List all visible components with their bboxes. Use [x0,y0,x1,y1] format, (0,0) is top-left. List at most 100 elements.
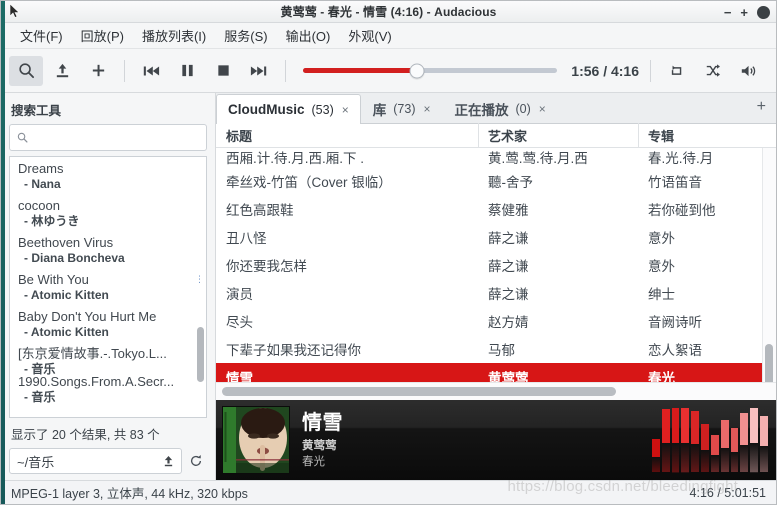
toolbar-divider-3 [650,59,651,82]
up-arrow-icon[interactable] [163,455,174,467]
album-cover-art[interactable] [222,406,290,474]
toolbar-divider-2 [285,59,286,82]
list-item-artist: - Nana [24,177,61,191]
cell-album: 若你碰到他 [648,203,716,218]
column-header-title[interactable]: 标题 [216,126,478,145]
table-row[interactable]: 情雪 黄莺莺 春光 [216,363,776,382]
playlist-rows-container[interactable]: 西厢.计.待.月.西.厢.下 . 黄.莺.莺.待.月.西 春.光.待.月 牵丝戏-竹笛… [216,148,776,382]
next-track-button[interactable] [242,56,276,86]
list-item[interactable]: Dreams - Nana [10,159,206,196]
list-item[interactable]: Beethoven Virus - Diana Boncheva [10,233,206,270]
cell-title: 尽头 [226,315,253,330]
minimize-button[interactable]: − [724,6,732,19]
cell-artist: 蔡健雅 [488,203,529,218]
tab-close-icon[interactable]: × [341,103,349,117]
search-list-scrollbar-thumb[interactable] [197,327,204,382]
seek-slider[interactable] [303,56,558,86]
table-row[interactable]: 尽头 赵方婧 音阙诗听 [216,307,776,335]
add-playlist-tab-button[interactable]: + [757,99,766,115]
title-bar: 黄莺莺 - 春光 - 情雪 (4:16) - Audacious − + ✕ [1,1,776,23]
window-left-edge [1,1,5,504]
table-row[interactable]: 西厢.计.待.月.西.厢.下 . 黄.莺.莺.待.月.西 春.光.待.月 [216,148,776,167]
playlist-vertical-scrollbar[interactable] [762,148,776,382]
menu-bar: 文件(F) 回放(P) 播放列表(I) 服务(S) 输出(O) 外观(V) [1,23,776,49]
cell-album: 恋人絮语 [648,343,702,358]
previous-track-icon [142,64,160,78]
search-field-wrapper[interactable] [9,124,207,151]
column-header-artist[interactable]: 艺术家 [478,123,638,148]
table-row[interactable]: 你还要我怎样 薛之谦 意外 [216,251,776,279]
search-toggle-button[interactable] [9,55,43,86]
table-row[interactable]: 下辈子如果我还记得你 马郁 恋人絮语 [216,335,776,363]
stop-button[interactable] [206,56,240,86]
path-value: ~/音乐 [17,454,55,470]
add-file-button[interactable] [81,56,115,86]
search-input[interactable] [34,130,199,145]
tab-name: 库 [372,102,387,118]
shuffle-icon [705,63,721,79]
path-field[interactable]: ~/音乐 [9,448,182,474]
list-item[interactable]: cocoon - 林ゆうき [10,196,206,233]
cell-album: 春.光.待.月 [648,151,714,166]
seek-track[interactable] [303,63,558,78]
audio-format-label: MPEG-1 layer 3, 立体声, 44 kHz, 320 kbps [11,487,248,501]
menu-playlist[interactable]: 播放列表(I) [133,23,215,48]
tab-close-icon[interactable]: × [422,102,430,116]
tab-close-icon[interactable]: × [538,102,546,116]
search-results-list[interactable]: Dreams - Nana cocoon - 林ゆうき Beethoven Virus -… [9,156,207,418]
menu-output[interactable]: 输出(O) [277,23,340,48]
horizontal-scrollbar-thumb[interactable] [222,387,617,396]
seek-knob[interactable] [409,63,425,78]
table-row[interactable]: 丑八怪 薛之谦 意外 [216,223,776,251]
cell-album: 春光 [648,371,675,382]
audacious-window: 黄莺莺 - 春光 - 情雪 (4:16) - Audacious − + ✕ 文… [0,0,777,505]
playlist-horizontal-scrollbar[interactable] [216,382,776,400]
list-item-title: [东京爱情故事.-.Tokyo.L... [18,346,167,361]
cell-album: 意外 [648,231,675,246]
playlist-pane: CloudMusic (53) × 库 (73) × 正在播放 (0) × + 标题 艺术家 专辑… [216,93,776,480]
shuffle-button[interactable] [696,56,730,86]
list-item-artist: - Atomic Kitten [24,288,109,302]
volume-button[interactable] [732,56,766,86]
open-file-button[interactable] [45,56,79,86]
cell-artist: 黄.莺.莺.待.月.西 [488,151,588,166]
menu-services[interactable]: 服务(S) [215,23,276,48]
cell-title: 你还要我怎样 [226,259,307,274]
list-item[interactable]: 1990.Songs.From.A.Secr... - 音乐 [10,372,206,409]
list-item-title: Baby Don't You Hurt Me [18,309,157,324]
window-controls: − + ✕ [724,1,770,23]
table-row[interactable]: 红色高跟鞋 蔡健雅 若你碰到他 [216,195,776,223]
result-count-label: 显示了 20 个结果, 共 83 个 [11,428,160,442]
pause-button[interactable] [170,56,204,86]
cell-album: 意外 [648,259,675,274]
list-item[interactable]: Baby Don't You Hurt Me - Atomic Kitten [10,307,206,344]
cell-title: 下辈子如果我还记得你 [226,343,361,358]
cell-artist: 聽-舍予 [488,175,533,190]
playlist-tab-3[interactable]: 正在播放 (0) × [443,93,558,123]
close-button[interactable]: ✕ [757,5,770,19]
search-icon [17,132,28,143]
list-item-title: Dreams [18,161,64,176]
vertical-scrollbar-thumb[interactable] [765,344,773,382]
table-row[interactable]: 牵丝戏-竹笛（Cover 银临） 聽-舍予 竹语笛音 [216,167,776,195]
refresh-icon[interactable] [189,454,207,468]
playlist-tab-2[interactable]: 库 (73) × [361,93,443,123]
table-row[interactable]: 演员 薛之谦 绅士 [216,279,776,307]
list-item-title: cocoon [18,198,60,213]
toolbar-divider-1 [124,59,125,82]
now-playing-meta: 情雪 黄莺莺 春光 [290,411,343,470]
repeat-button[interactable] [660,56,694,86]
previous-track-button[interactable] [134,56,168,86]
playlist-tab-1[interactable]: CloudMusic (53) × [216,94,361,124]
menu-file[interactable]: 文件(F) [11,23,72,48]
column-header-album[interactable]: 专辑 [638,123,776,148]
list-resize-dots: ⋮ [195,274,204,284]
tab-count: (73) [393,101,416,116]
maximize-button[interactable]: + [740,6,748,19]
list-item-artist: - 音乐 [24,390,56,404]
visualizer-bar [720,408,729,472]
list-item[interactable]: Be With You - Atomic Kitten [10,270,206,307]
menu-view[interactable]: 外观(V) [339,23,400,48]
menu-playback[interactable]: 回放(P) [72,23,133,48]
add-icon [90,62,107,79]
